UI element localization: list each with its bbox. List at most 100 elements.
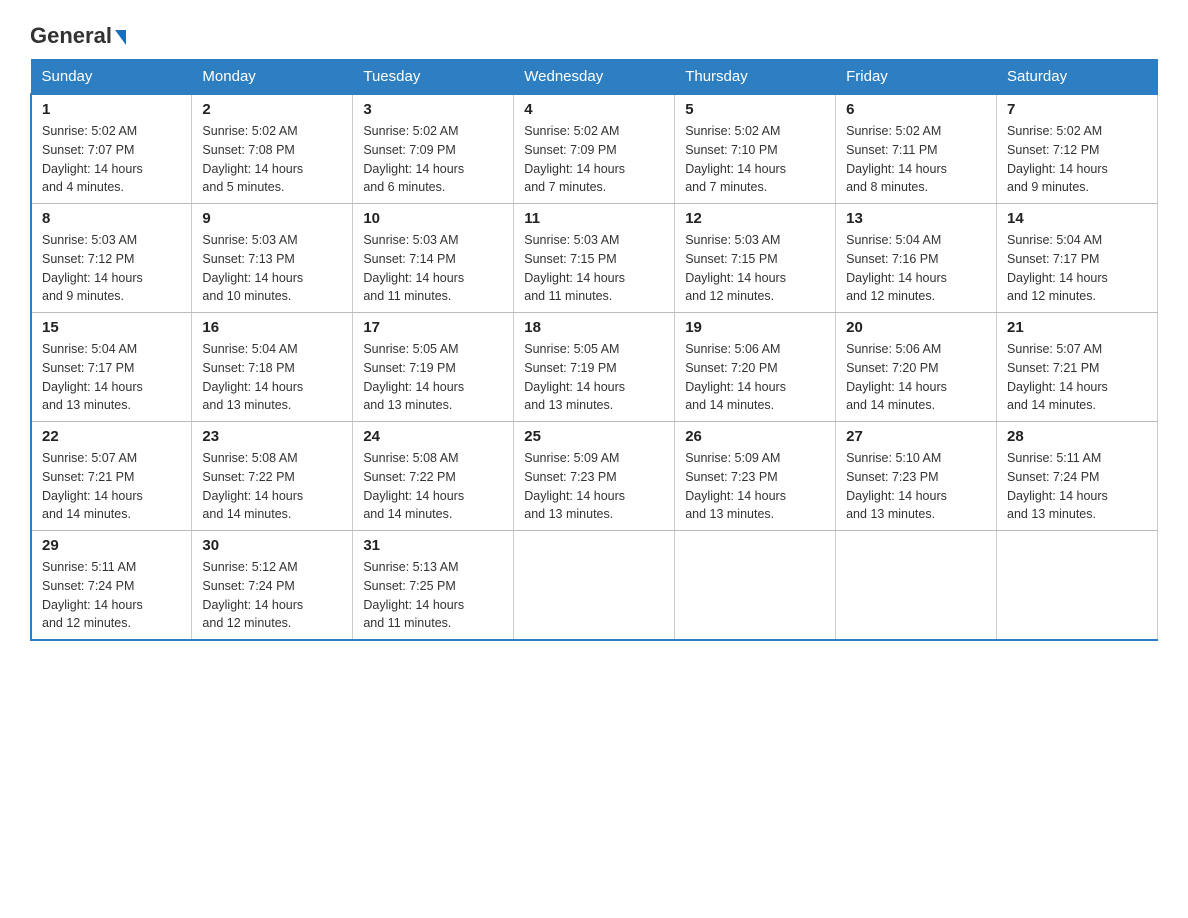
calendar-cell: 8 Sunrise: 5:03 AMSunset: 7:12 PMDayligh…: [31, 204, 192, 313]
day-number: 9: [202, 210, 342, 227]
day-info: Sunrise: 5:03 AMSunset: 7:15 PMDaylight:…: [685, 231, 825, 306]
calendar-cell: 19 Sunrise: 5:06 AMSunset: 7:20 PMDaylig…: [675, 313, 836, 422]
day-info: Sunrise: 5:03 AMSunset: 7:14 PMDaylight:…: [363, 231, 503, 306]
day-number: 5: [685, 101, 825, 118]
day-info: Sunrise: 5:02 AMSunset: 7:09 PMDaylight:…: [524, 122, 664, 197]
day-info: Sunrise: 5:11 AMSunset: 7:24 PMDaylight:…: [1007, 449, 1147, 524]
calendar-cell: 11 Sunrise: 5:03 AMSunset: 7:15 PMDaylig…: [514, 204, 675, 313]
day-info: Sunrise: 5:02 AMSunset: 7:10 PMDaylight:…: [685, 122, 825, 197]
day-info: Sunrise: 5:03 AMSunset: 7:15 PMDaylight:…: [524, 231, 664, 306]
day-info: Sunrise: 5:06 AMSunset: 7:20 PMDaylight:…: [685, 340, 825, 415]
calendar-cell: 5 Sunrise: 5:02 AMSunset: 7:10 PMDayligh…: [675, 94, 836, 204]
day-info: Sunrise: 5:04 AMSunset: 7:17 PMDaylight:…: [42, 340, 181, 415]
calendar-cell: 31 Sunrise: 5:13 AMSunset: 7:25 PMDaylig…: [353, 531, 514, 641]
header-monday: Monday: [192, 60, 353, 95]
logo-line1: General: [30, 25, 126, 47]
day-number: 10: [363, 210, 503, 227]
header-sunday: Sunday: [31, 60, 192, 95]
calendar-cell: 17 Sunrise: 5:05 AMSunset: 7:19 PMDaylig…: [353, 313, 514, 422]
header-friday: Friday: [836, 60, 997, 95]
day-number: 31: [363, 537, 503, 554]
calendar-cell: 1 Sunrise: 5:02 AMSunset: 7:07 PMDayligh…: [31, 94, 192, 204]
calendar-cell: 9 Sunrise: 5:03 AMSunset: 7:13 PMDayligh…: [192, 204, 353, 313]
day-number: 22: [42, 428, 181, 445]
calendar-cell: [997, 531, 1158, 641]
calendar-week-row: 1 Sunrise: 5:02 AMSunset: 7:07 PMDayligh…: [31, 94, 1158, 204]
calendar-cell: 4 Sunrise: 5:02 AMSunset: 7:09 PMDayligh…: [514, 94, 675, 204]
day-info: Sunrise: 5:02 AMSunset: 7:12 PMDaylight:…: [1007, 122, 1147, 197]
calendar-cell: 21 Sunrise: 5:07 AMSunset: 7:21 PMDaylig…: [997, 313, 1158, 422]
calendar-cell: 7 Sunrise: 5:02 AMSunset: 7:12 PMDayligh…: [997, 94, 1158, 204]
calendar-cell: [514, 531, 675, 641]
day-info: Sunrise: 5:02 AMSunset: 7:07 PMDaylight:…: [42, 122, 181, 197]
calendar-cell: 3 Sunrise: 5:02 AMSunset: 7:09 PMDayligh…: [353, 94, 514, 204]
calendar-cell: 12 Sunrise: 5:03 AMSunset: 7:15 PMDaylig…: [675, 204, 836, 313]
day-number: 15: [42, 319, 181, 336]
logo: General: [30, 20, 126, 49]
day-number: 18: [524, 319, 664, 336]
day-info: Sunrise: 5:04 AMSunset: 7:17 PMDaylight:…: [1007, 231, 1147, 306]
calendar-cell: 30 Sunrise: 5:12 AMSunset: 7:24 PMDaylig…: [192, 531, 353, 641]
day-info: Sunrise: 5:02 AMSunset: 7:08 PMDaylight:…: [202, 122, 342, 197]
day-number: 3: [363, 101, 503, 118]
day-info: Sunrise: 5:09 AMSunset: 7:23 PMDaylight:…: [685, 449, 825, 524]
day-info: Sunrise: 5:13 AMSunset: 7:25 PMDaylight:…: [363, 558, 503, 633]
day-number: 8: [42, 210, 181, 227]
day-number: 23: [202, 428, 342, 445]
calendar-cell: [675, 531, 836, 641]
day-info: Sunrise: 5:03 AMSunset: 7:12 PMDaylight:…: [42, 231, 181, 306]
calendar-cell: 28 Sunrise: 5:11 AMSunset: 7:24 PMDaylig…: [997, 422, 1158, 531]
day-info: Sunrise: 5:02 AMSunset: 7:09 PMDaylight:…: [363, 122, 503, 197]
day-info: Sunrise: 5:04 AMSunset: 7:16 PMDaylight:…: [846, 231, 986, 306]
calendar-week-row: 22 Sunrise: 5:07 AMSunset: 7:21 PMDaylig…: [31, 422, 1158, 531]
day-number: 24: [363, 428, 503, 445]
calendar-week-row: 8 Sunrise: 5:03 AMSunset: 7:12 PMDayligh…: [31, 204, 1158, 313]
calendar-cell: 24 Sunrise: 5:08 AMSunset: 7:22 PMDaylig…: [353, 422, 514, 531]
calendar-cell: 15 Sunrise: 5:04 AMSunset: 7:17 PMDaylig…: [31, 313, 192, 422]
day-number: 13: [846, 210, 986, 227]
day-info: Sunrise: 5:09 AMSunset: 7:23 PMDaylight:…: [524, 449, 664, 524]
page-header: General: [30, 20, 1158, 49]
header-thursday: Thursday: [675, 60, 836, 95]
calendar-cell: 6 Sunrise: 5:02 AMSunset: 7:11 PMDayligh…: [836, 94, 997, 204]
calendar-cell: 25 Sunrise: 5:09 AMSunset: 7:23 PMDaylig…: [514, 422, 675, 531]
day-number: 2: [202, 101, 342, 118]
calendar-cell: 16 Sunrise: 5:04 AMSunset: 7:18 PMDaylig…: [192, 313, 353, 422]
day-number: 21: [1007, 319, 1147, 336]
day-number: 17: [363, 319, 503, 336]
day-info: Sunrise: 5:05 AMSunset: 7:19 PMDaylight:…: [524, 340, 664, 415]
calendar-week-row: 29 Sunrise: 5:11 AMSunset: 7:24 PMDaylig…: [31, 531, 1158, 641]
day-number: 11: [524, 210, 664, 227]
calendar-cell: 2 Sunrise: 5:02 AMSunset: 7:08 PMDayligh…: [192, 94, 353, 204]
calendar-cell: 14 Sunrise: 5:04 AMSunset: 7:17 PMDaylig…: [997, 204, 1158, 313]
day-info: Sunrise: 5:04 AMSunset: 7:18 PMDaylight:…: [202, 340, 342, 415]
header-saturday: Saturday: [997, 60, 1158, 95]
day-number: 28: [1007, 428, 1147, 445]
header-tuesday: Tuesday: [353, 60, 514, 95]
day-info: Sunrise: 5:07 AMSunset: 7:21 PMDaylight:…: [1007, 340, 1147, 415]
day-info: Sunrise: 5:03 AMSunset: 7:13 PMDaylight:…: [202, 231, 342, 306]
day-number: 25: [524, 428, 664, 445]
calendar-cell: 13 Sunrise: 5:04 AMSunset: 7:16 PMDaylig…: [836, 204, 997, 313]
day-info: Sunrise: 5:07 AMSunset: 7:21 PMDaylight:…: [42, 449, 181, 524]
calendar-cell: 18 Sunrise: 5:05 AMSunset: 7:19 PMDaylig…: [514, 313, 675, 422]
day-info: Sunrise: 5:02 AMSunset: 7:11 PMDaylight:…: [846, 122, 986, 197]
day-number: 14: [1007, 210, 1147, 227]
calendar-cell: 20 Sunrise: 5:06 AMSunset: 7:20 PMDaylig…: [836, 313, 997, 422]
day-number: 20: [846, 319, 986, 336]
day-number: 4: [524, 101, 664, 118]
calendar-cell: 27 Sunrise: 5:10 AMSunset: 7:23 PMDaylig…: [836, 422, 997, 531]
day-number: 7: [1007, 101, 1147, 118]
calendar-header-row: SundayMondayTuesdayWednesdayThursdayFrid…: [31, 60, 1158, 95]
day-number: 12: [685, 210, 825, 227]
day-number: 1: [42, 101, 181, 118]
day-info: Sunrise: 5:06 AMSunset: 7:20 PMDaylight:…: [846, 340, 986, 415]
calendar-week-row: 15 Sunrise: 5:04 AMSunset: 7:17 PMDaylig…: [31, 313, 1158, 422]
day-info: Sunrise: 5:08 AMSunset: 7:22 PMDaylight:…: [202, 449, 342, 524]
calendar-cell: 26 Sunrise: 5:09 AMSunset: 7:23 PMDaylig…: [675, 422, 836, 531]
day-info: Sunrise: 5:10 AMSunset: 7:23 PMDaylight:…: [846, 449, 986, 524]
day-number: 19: [685, 319, 825, 336]
calendar-cell: 29 Sunrise: 5:11 AMSunset: 7:24 PMDaylig…: [31, 531, 192, 641]
day-info: Sunrise: 5:12 AMSunset: 7:24 PMDaylight:…: [202, 558, 342, 633]
day-number: 26: [685, 428, 825, 445]
